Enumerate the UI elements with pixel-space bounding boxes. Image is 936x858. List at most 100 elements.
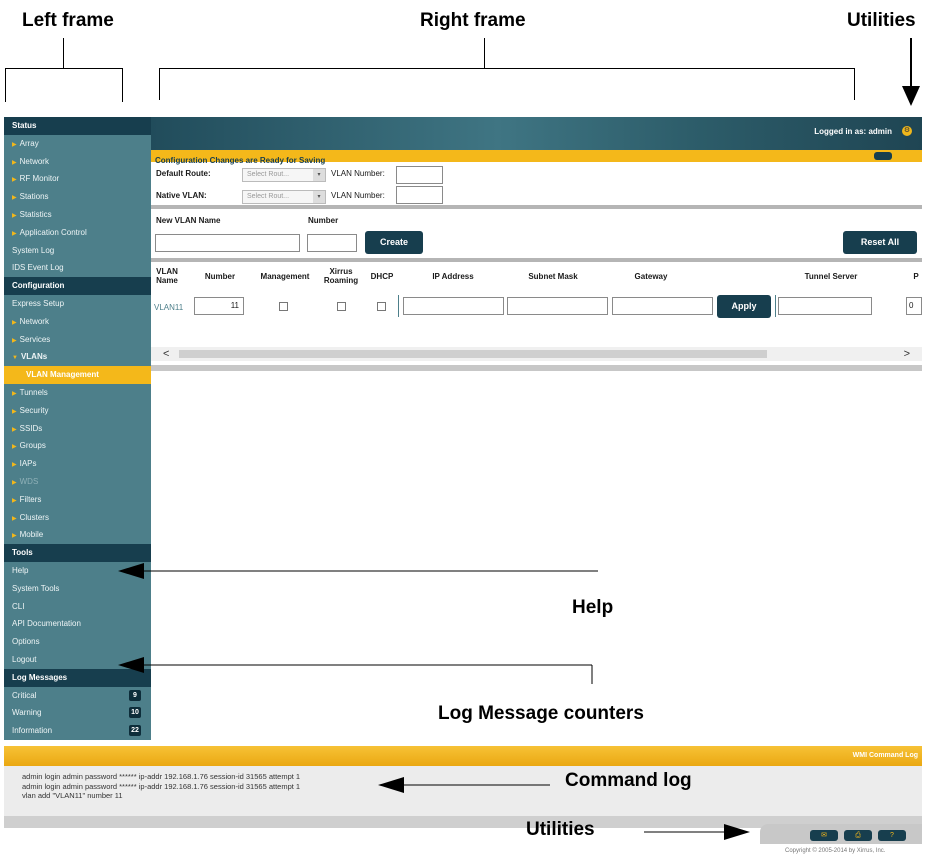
sidebar-item-critical[interactable]: Critical 9	[4, 687, 151, 705]
print-icon[interactable]: ⎙	[844, 830, 872, 841]
copyright: Copyright © 2005-2014 by Xirrus, Inc.	[785, 848, 886, 854]
sidebar-item-filters[interactable]: ▶ Filters	[4, 491, 151, 509]
section-divider	[151, 205, 922, 209]
gateway-input[interactable]	[612, 297, 713, 315]
sidebar-item-cli[interactable]: CLI	[4, 598, 151, 616]
horizontal-scrollbar[interactable]: < >	[151, 347, 922, 361]
utilities-bottom-callout: Utilities	[526, 819, 595, 840]
chevron-right-icon: ▶	[12, 159, 17, 166]
sidebar-item-wds[interactable]: ▶ WDS	[4, 473, 151, 491]
sidebar-item-label: Status	[12, 121, 37, 130]
sidebar-item-clusters[interactable]: ▶ Clusters	[4, 509, 151, 527]
new-vlan-number-label: Number	[308, 216, 339, 225]
management-checkbox[interactable]	[279, 302, 288, 311]
native-vlan-number-input[interactable]	[396, 186, 443, 204]
sidebar-item-warning[interactable]: Warning 10	[4, 704, 151, 722]
sidebar-item-label: Tunnels	[19, 387, 48, 397]
sidebar-item-api-documentation[interactable]: API Documentation	[4, 615, 151, 633]
sidebar-item-label: Information	[12, 726, 53, 736]
sidebar-item-label: Network	[19, 156, 49, 166]
sidebar-item-label: CLI	[12, 601, 25, 611]
sidebar-item-ssids[interactable]: ▶ SSIDs	[4, 420, 151, 438]
sidebar-item-label: Filters	[19, 494, 42, 504]
right-frame-bracket-left	[159, 68, 160, 100]
reset-all-button[interactable]: Reset All	[843, 231, 917, 254]
command-log-bar: WMI Command Log	[4, 746, 922, 766]
create-button[interactable]: Create	[365, 231, 423, 254]
table-divider	[151, 258, 922, 262]
log-counters-arrow	[118, 657, 593, 684]
log-count-badge: 22	[129, 725, 141, 737]
default-route-select[interactable]: Select Rout... ▾	[242, 168, 326, 182]
sidebar-item-label: System Tools	[12, 583, 60, 593]
sidebar-item-express-setup[interactable]: Express Setup	[4, 295, 151, 313]
right-frame-stem	[484, 38, 485, 68]
scroll-left-icon[interactable]: <	[163, 347, 169, 361]
sidebar-item-security[interactable]: ▶ Security	[4, 402, 151, 420]
config-ready-message: Configuration Changes are Ready for Savi…	[155, 156, 326, 165]
sidebar-item-vlan-management[interactable]: VLAN Management	[4, 366, 151, 384]
chevron-right-icon: ▶	[12, 462, 17, 469]
logged-in-label: Logged in as: admin	[814, 127, 892, 136]
new-vlan-name-input[interactable]	[155, 234, 300, 252]
mail-icon[interactable]: ✉	[810, 830, 838, 841]
chevron-right-icon: ▶	[12, 195, 17, 202]
sidebar-item-mobile[interactable]: ▶ Mobile	[4, 526, 151, 544]
sidebar-item-tunnels[interactable]: ▶ Tunnels	[4, 384, 151, 402]
right-frame-bracket-right	[854, 68, 855, 100]
sidebar-item-array[interactable]: ▶ Array	[4, 135, 151, 153]
chevron-right-icon: ▶	[12, 408, 17, 415]
apply-button[interactable]: Apply	[717, 295, 771, 318]
sidebar-item-stations[interactable]: ▶ Stations	[4, 188, 151, 206]
sidebar-item-system-log[interactable]: System Log	[4, 242, 151, 260]
tunnel-server-input[interactable]	[778, 297, 872, 315]
sidebar-item-label: Services	[19, 334, 51, 344]
right-frame: Logged in as: admin ⚙ Configuration Chan…	[151, 117, 922, 374]
subnet-mask-input[interactable]	[507, 297, 608, 315]
new-vlan-number-input[interactable]	[307, 234, 357, 252]
chevron-down-icon: ▼	[12, 355, 18, 362]
sidebar-item-information[interactable]: Information 22	[4, 722, 151, 740]
sidebar-item-label: Warning	[12, 708, 42, 718]
sidebar-item-label: WDS	[19, 476, 39, 486]
sidebar-item-system-tools[interactable]: System Tools	[4, 580, 151, 598]
sidebar-item-iaps[interactable]: ▶ IAPs	[4, 455, 151, 473]
save-icon[interactable]	[874, 152, 892, 160]
vlan-row-number-input[interactable]: 11	[194, 297, 244, 315]
help-icon[interactable]: ?	[878, 830, 906, 841]
sidebar-item-services[interactable]: ▶ Services	[4, 331, 151, 349]
sidebar-item-network[interactable]: ▶ Network	[4, 153, 151, 171]
default-route-vlan-input[interactable]	[396, 166, 443, 184]
command-log-title: WMI Command Log	[852, 752, 918, 759]
sidebar-item-label: Groups	[19, 441, 46, 451]
chevron-down-icon: ▾	[313, 191, 325, 203]
sidebar-item-label: Mobile	[19, 530, 44, 540]
sidebar-item-groups[interactable]: ▶ Groups	[4, 437, 151, 455]
tail-input[interactable]: 0	[906, 297, 922, 315]
sidebar-item-label: RF Monitor	[19, 174, 60, 184]
xirrus-roaming-checkbox[interactable]	[337, 302, 346, 311]
sidebar-item-label: Statistics	[19, 209, 52, 219]
col-dhcp: DHCP	[370, 272, 394, 281]
sidebar-item-vlans[interactable]: ▼ VLANs	[4, 348, 151, 366]
sidebar-item-label: Stations	[19, 192, 49, 202]
left-frame-callout: Left frame	[22, 10, 114, 31]
native-vlan-select[interactable]: Select Rout... ▾	[242, 190, 326, 204]
col-subnet-mask: Subnet Mask	[528, 272, 578, 281]
gear-icon[interactable]: ⚙	[902, 126, 912, 136]
sidebar-item-ids-event-log[interactable]: IDS Event Log	[4, 259, 151, 277]
ip-address-input[interactable]	[403, 297, 504, 315]
dhcp-checkbox[interactable]	[377, 302, 386, 311]
chevron-right-icon: ▶	[12, 390, 17, 397]
new-vlan-name-label: New VLAN Name	[156, 216, 221, 225]
scrollbar-thumb[interactable]	[179, 350, 767, 358]
sidebar-item-network[interactable]: ▶ Network	[4, 313, 151, 331]
sidebar-item-options[interactable]: Options	[4, 633, 151, 651]
chevron-right-icon: ▶	[12, 479, 17, 486]
scroll-right-icon[interactable]: >	[904, 347, 910, 361]
sidebar-item-rf-monitor[interactable]: ▶ RF Monitor	[4, 170, 151, 188]
sidebar-item-label: Options	[12, 637, 40, 647]
sidebar-item-statistics[interactable]: ▶ Statistics	[4, 206, 151, 224]
config-ready-bar: Configuration Changes are Ready for Savi…	[151, 150, 922, 165]
sidebar-item-application-control[interactable]: ▶ Application Control	[4, 224, 151, 242]
